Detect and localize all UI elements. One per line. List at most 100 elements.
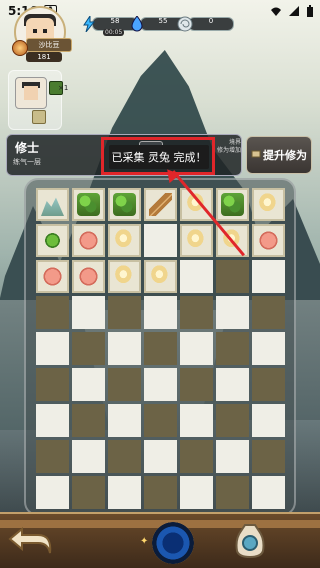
grid-cell[interactable] (144, 476, 177, 509)
cultivation-subtitle: 练气一层 (13, 158, 41, 166)
grid-cell[interactable] (252, 440, 285, 473)
raise-cultivation-label: 提升修为 (263, 149, 307, 162)
grid-cell[interactable] (36, 404, 69, 437)
herb-icon (77, 193, 100, 216)
bag-button[interactable] (232, 520, 268, 560)
grid-cell[interactable] (180, 332, 213, 365)
battery-icon (307, 5, 313, 17)
grid-cell[interactable] (180, 440, 213, 473)
toast-message: 已采集 灵兔 完成！ (109, 145, 209, 169)
grid-cell[interactable] (216, 476, 249, 509)
grid-cell[interactable] (252, 332, 285, 365)
wifi-icon (271, 7, 281, 16)
grid-cell[interactable] (72, 260, 105, 293)
grid-cell[interactable] (252, 476, 285, 509)
grid-cell[interactable] (252, 296, 285, 329)
grid-cell[interactable] (36, 440, 69, 473)
grid-cell[interactable] (144, 188, 177, 221)
grid-cell[interactable] (108, 296, 141, 329)
fish-icon (77, 229, 100, 252)
grid-cell[interactable] (108, 368, 141, 401)
raise-cultivation-button[interactable]: 提升修为 (246, 136, 312, 174)
energy-timer: 00:05 (103, 29, 125, 36)
grid-cell[interactable] (72, 188, 105, 221)
character-count: ×1 (58, 84, 69, 92)
cultivation-info-2: 修为增加 (217, 147, 242, 154)
grid-cell[interactable] (36, 188, 69, 221)
grid-cell[interactable] (36, 296, 69, 329)
grid-cell[interactable] (36, 476, 69, 509)
grid-cell[interactable] (108, 260, 141, 293)
grid-cell[interactable] (72, 296, 105, 329)
grid-cell[interactable] (180, 476, 213, 509)
avatar-eye (43, 29, 47, 33)
grid-cell[interactable] (144, 260, 177, 293)
lightning-icon (80, 15, 98, 33)
back-arrow-icon (8, 526, 52, 554)
grid-cell[interactable] (144, 224, 177, 257)
stat-essence[interactable]: 0 (176, 14, 234, 34)
grid-cell[interactable] (72, 440, 105, 473)
herb-icon (113, 193, 136, 216)
grid-cell[interactable] (252, 404, 285, 437)
grid-cell[interactable] (180, 260, 213, 293)
bamboo-icon (149, 193, 172, 216)
leaf-icon[interactable] (32, 110, 46, 124)
grid-cell[interactable] (216, 296, 249, 329)
grid-cell[interactable] (72, 224, 105, 257)
grid-cell[interactable] (108, 440, 141, 473)
grid-cell[interactable] (216, 404, 249, 437)
grid-cell[interactable] (180, 224, 213, 257)
grid-cell[interactable] (216, 332, 249, 365)
grid-cell[interactable] (36, 332, 69, 365)
grid-cell[interactable] (108, 476, 141, 509)
egg-icon (113, 265, 136, 288)
grid-cell[interactable] (144, 296, 177, 329)
grid-cell[interactable] (144, 440, 177, 473)
back-button[interactable] (6, 520, 56, 560)
grid-cell[interactable] (36, 260, 69, 293)
status-icons (270, 5, 314, 17)
egg-icon (185, 229, 208, 252)
player-name: 沙比豆 (26, 38, 72, 52)
egg-icon (149, 265, 172, 288)
mount-icon (41, 197, 64, 216)
signal-icon (289, 6, 299, 16)
grid-cell[interactable] (108, 332, 141, 365)
portal-icon[interactable] (152, 522, 194, 564)
grid-cell[interactable] (252, 224, 285, 257)
avatar-eye (33, 29, 37, 33)
cultivation-info: 境界 修为增加 (217, 139, 241, 155)
grid-cell[interactable] (108, 188, 141, 221)
grid-cell[interactable] (216, 440, 249, 473)
grid-cell[interactable] (216, 368, 249, 401)
grid-cell[interactable] (108, 224, 141, 257)
grid-cell[interactable] (252, 260, 285, 293)
cultivation-info-1: 境界 (228, 139, 241, 146)
fish-icon (41, 265, 64, 288)
grid-cell[interactable] (108, 404, 141, 437)
grid-cell[interactable] (144, 332, 177, 365)
grid-cell[interactable] (72, 404, 105, 437)
cultivation-title: 修士 (15, 141, 40, 155)
grid-cell[interactable] (72, 332, 105, 365)
grid-cell[interactable] (36, 368, 69, 401)
grid-cell[interactable] (252, 368, 285, 401)
essence-value: 0 (208, 17, 214, 25)
grid-cell[interactable] (180, 404, 213, 437)
grid-cell[interactable] (72, 476, 105, 509)
leaf-icon (41, 229, 64, 252)
grid-cell[interactable] (72, 368, 105, 401)
grid-cell[interactable] (216, 188, 249, 221)
coin-icon (12, 40, 28, 56)
grid-cell[interactable] (36, 224, 69, 257)
essence-bar: 0 (188, 17, 234, 31)
herb-icon (221, 193, 244, 216)
fish-icon (257, 229, 280, 252)
grid-cell[interactable] (144, 368, 177, 401)
grid-cell[interactable] (252, 188, 285, 221)
grid-cell[interactable] (144, 404, 177, 437)
grid-cell[interactable] (180, 368, 213, 401)
grid-cell[interactable] (216, 260, 249, 293)
grid-cell[interactable] (180, 296, 213, 329)
